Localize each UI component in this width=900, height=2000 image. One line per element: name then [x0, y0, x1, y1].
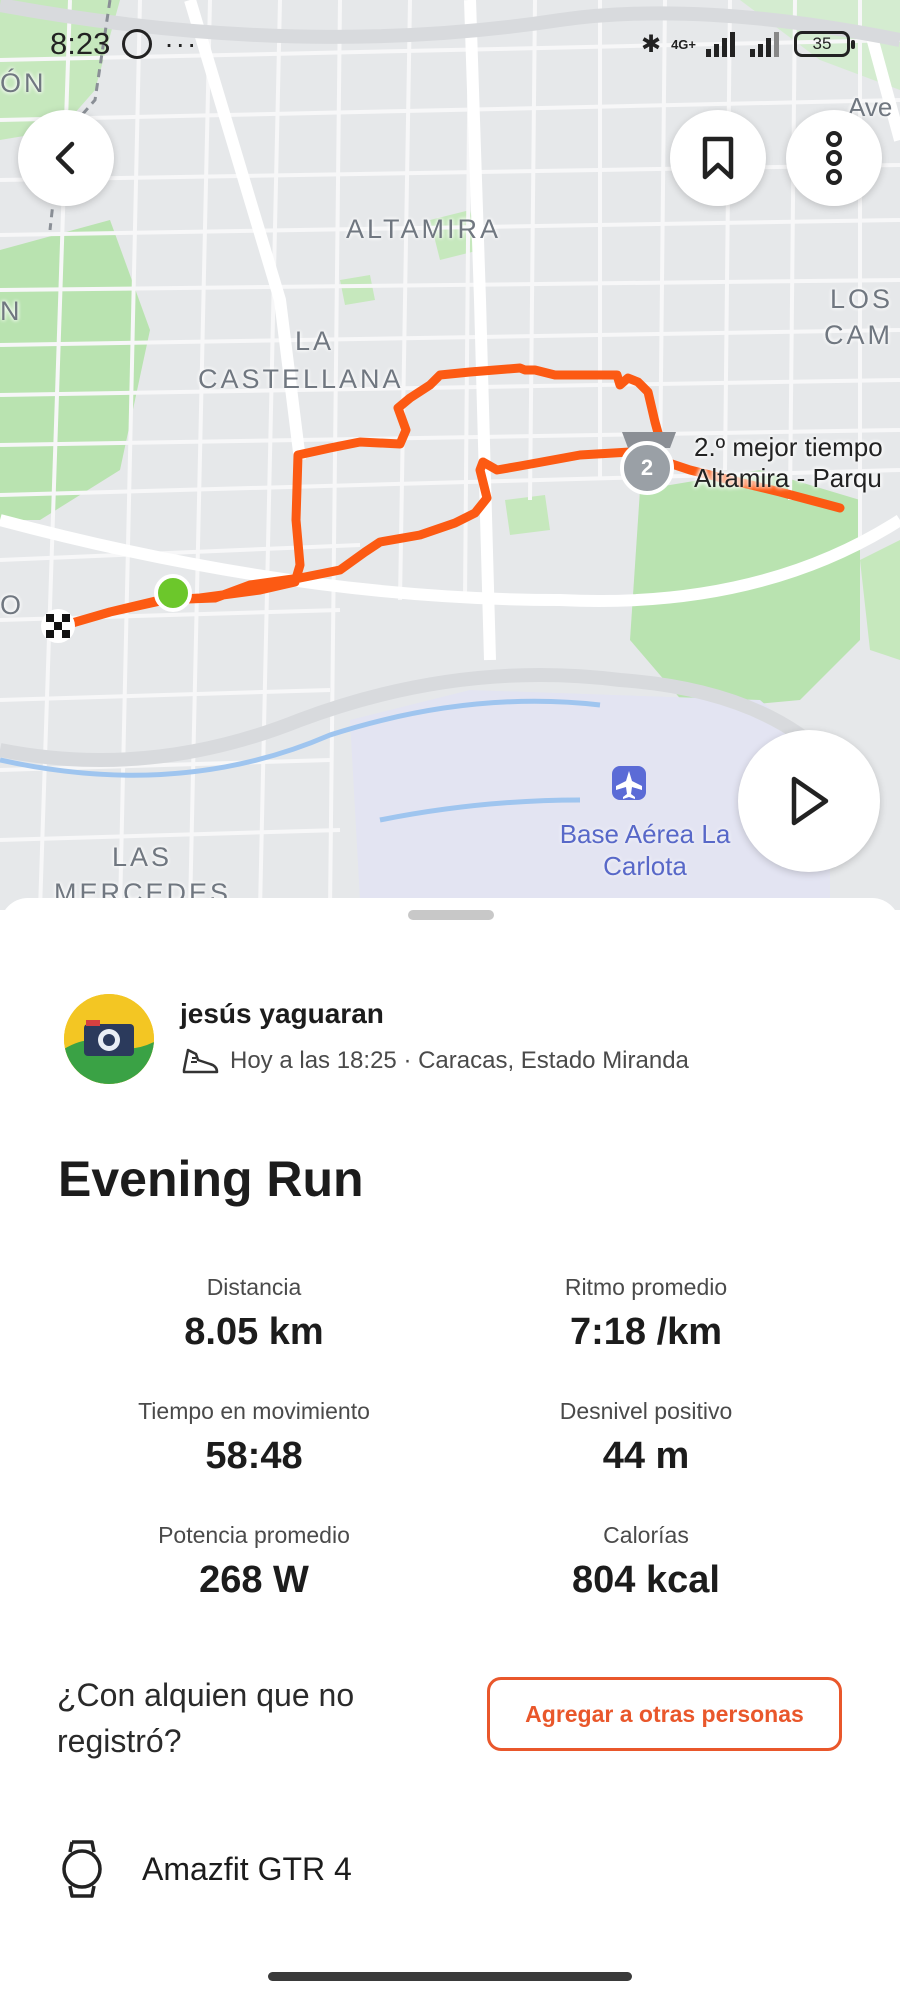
- sheet-grabber[interactable]: [408, 910, 494, 920]
- map-label-la: LA: [295, 326, 335, 356]
- back-button[interactable]: [18, 110, 114, 206]
- stat-label: Distancia: [206, 1274, 302, 1300]
- stat-value: 58:48: [205, 1435, 303, 1477]
- stat-distance: Distancia 8.05 km: [84, 1274, 424, 1354]
- map-label-o: O: [0, 590, 25, 620]
- home-indicator[interactable]: [268, 1972, 632, 1981]
- segment-label-line2: Altamira - Parqu: [694, 463, 882, 493]
- play-icon: [791, 776, 829, 826]
- map-label-cam: CAM: [824, 320, 893, 350]
- segment-label-line1: 2.º mejor tiempo: [694, 432, 883, 462]
- add-people-question: ¿Con alquien que no registró?: [57, 1677, 355, 1759]
- save-route-button[interactable]: [670, 110, 766, 206]
- map-label-las: LAS: [112, 842, 173, 872]
- activity-title: Evening Run: [58, 1151, 364, 1207]
- battery-level: 35: [812, 34, 832, 53]
- stat-value: 44 m: [602, 1435, 690, 1477]
- stat-value: 268 W: [199, 1559, 309, 1601]
- stat-label: Calorías: [603, 1522, 689, 1548]
- bookmark-icon: [702, 136, 734, 180]
- stat-label: Tiempo en movimiento: [138, 1398, 370, 1424]
- stat-label: Potencia promedio: [158, 1522, 350, 1548]
- status-bar: 8:23 ··· ✱ 4G+ 35: [50, 22, 855, 66]
- more-options-button[interactable]: [786, 110, 882, 206]
- more-vertical-icon: [826, 131, 842, 185]
- segment-badge-number: 2: [640, 455, 654, 480]
- map-label-n: N: [0, 296, 23, 326]
- airport-label-line2: Carlota: [603, 851, 687, 881]
- run-shoe-icon: [182, 1048, 219, 1074]
- device-row[interactable]: Amazfit GTR 4: [60, 1838, 352, 1900]
- play-flyover-button[interactable]: [738, 730, 880, 872]
- stat-elevation-gain: Desnivel positivo 44 m: [476, 1398, 816, 1478]
- bluetooth-icon: ✱: [640, 30, 662, 58]
- airport-icon: [612, 766, 646, 800]
- stat-label: Desnivel positivo: [559, 1398, 733, 1424]
- stat-label: Ritmo promedio: [564, 1274, 728, 1300]
- finish-flag-icon: [41, 609, 75, 643]
- add-other-people-button[interactable]: Agregar a otras personas: [487, 1677, 842, 1751]
- stat-value: 804 kcal: [572, 1559, 720, 1601]
- segment-label[interactable]: 2.º mejor tiempo Altamira - Parqu: [694, 432, 883, 494]
- status-time: 8:23: [50, 26, 111, 61]
- stat-value: 8.05 km: [184, 1311, 324, 1353]
- airport-label: Base Aérea La Carlota: [525, 818, 765, 882]
- chevron-left-icon: [55, 141, 75, 175]
- avatar-image: [64, 994, 154, 1084]
- athlete-name[interactable]: jesús yaguaran: [180, 998, 384, 1030]
- signal-icon-2: [750, 32, 779, 57]
- map-label-los: LOS: [830, 284, 894, 314]
- map-label-altamira: ALTAMIRA: [346, 214, 502, 244]
- stat-value: 7:18 /km: [569, 1311, 723, 1353]
- stat-moving-time: Tiempo en movimiento 58:48: [84, 1398, 424, 1478]
- airport-label-line1: Base Aérea La: [559, 819, 731, 849]
- more-notifications-icon: ···: [164, 28, 199, 59]
- signal-icon: [706, 32, 735, 57]
- map-label-on: ÓN: [0, 68, 47, 98]
- start-marker: [154, 574, 192, 612]
- stat-calories: Calorías 804 kcal: [476, 1522, 816, 1602]
- watch-icon: [62, 1840, 102, 1898]
- whatsapp-icon: [122, 29, 153, 59]
- activity-meta: Hoy a las 18:25 · Caracas, Estado Mirand…: [180, 1044, 689, 1078]
- map-label-castellana: CASTELLANA: [198, 364, 404, 394]
- stat-pace: Ritmo promedio 7:18 /km: [476, 1274, 816, 1354]
- activity-meta-text: Hoy a las 18:25 · Caracas, Estado Mirand…: [230, 1047, 689, 1074]
- activity-sheet: jesús yaguaran Hoy a las 18:25 · Caracas…: [0, 898, 900, 2000]
- route-map[interactable]: ALTAMIRA LA CASTELLANA LOS CAM LAS MERCE…: [0, 0, 900, 910]
- stat-power: Potencia promedio 268 W: [84, 1522, 424, 1602]
- battery-icon: 35: [794, 31, 855, 57]
- device-name: Amazfit GTR 4: [142, 1850, 352, 1887]
- network-label: 4G+: [671, 36, 696, 52]
- avatar[interactable]: [64, 994, 154, 1084]
